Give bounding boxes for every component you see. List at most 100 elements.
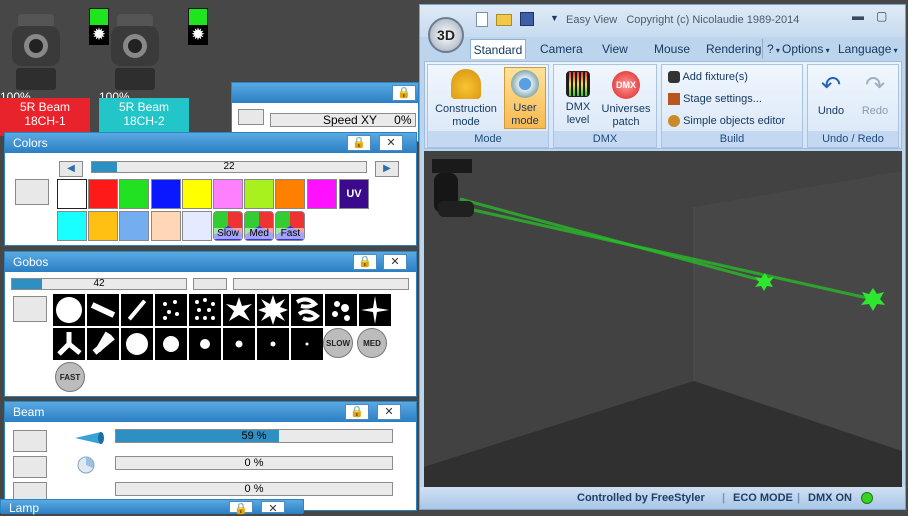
color-swatch[interactable] xyxy=(150,211,181,241)
group-undo-redo: ↶ Undo ↷ Redo Undo / Redo xyxy=(807,64,899,148)
options-menu[interactable]: Options ▾ xyxy=(782,39,830,59)
status-separator: | xyxy=(797,492,801,504)
construction-mode-button[interactable]: Construction mode xyxy=(432,69,500,129)
close-icon[interactable]: ✕ xyxy=(377,404,401,420)
app-logo[interactable]: 3D xyxy=(428,17,464,53)
lock-icon[interactable]: 🔒 xyxy=(353,254,377,270)
color-swatch[interactable] xyxy=(57,211,87,241)
gobo-rotation-speed-button[interactable]: MED xyxy=(357,328,387,358)
beam-slider-1[interactable]: 59 % xyxy=(115,429,393,443)
status-eco-mode: ECO MODE xyxy=(733,492,793,504)
fixture-2[interactable]: 100% 5R Beam 18CH-2 xyxy=(99,8,189,136)
color-swatch[interactable] xyxy=(213,179,243,209)
speed-label: Slow xyxy=(214,228,242,239)
beam-panel: Beam 🔒 ✕ 59 % 0 % 0 % xyxy=(4,401,417,511)
colors-next-button[interactable]: ▶ xyxy=(375,161,399,177)
color-swatch[interactable] xyxy=(275,179,306,209)
gobo-rotation-speed-button[interactable]: FAST xyxy=(55,362,85,392)
color-swatch[interactable] xyxy=(150,179,181,209)
color-wheel-speed-button[interactable]: Med xyxy=(244,211,275,241)
minimize-button[interactable]: ▬ xyxy=(852,9,864,23)
gobos-rotation-slider[interactable] xyxy=(233,278,409,290)
universes-patch-button[interactable]: DMX Universes patch xyxy=(598,71,654,129)
gobo-dot-s xyxy=(223,328,255,360)
color-swatch[interactable] xyxy=(88,179,119,209)
simple-objects-editor-button[interactable]: Simple objects editor xyxy=(668,115,785,128)
color-swatch[interactable] xyxy=(244,179,275,209)
gobo-bar xyxy=(87,294,119,326)
fixture-1[interactable]: 100% 5R Beam 18CH-1 xyxy=(0,8,90,136)
user-mode-button[interactable]: User mode xyxy=(504,67,546,129)
color-wheel-speed-button[interactable]: Slow xyxy=(213,211,243,241)
new-file-icon[interactable] xyxy=(476,12,488,27)
dmx-level-icon xyxy=(566,71,590,97)
lock-icon[interactable]: 🔒 xyxy=(347,135,371,151)
close-icon[interactable]: ✕ xyxy=(379,135,403,151)
gobos-slider-fill xyxy=(12,279,42,289)
color-swatch[interactable] xyxy=(181,179,212,209)
gobo-rotation-speed-button[interactable]: SLOW xyxy=(323,328,353,358)
gobo-dot-m xyxy=(189,328,221,360)
beam-zoom-button[interactable] xyxy=(13,430,47,452)
gobo-star xyxy=(257,294,289,326)
color-swatch[interactable] xyxy=(306,179,337,209)
gobo-open xyxy=(53,294,85,326)
gobos-open-button[interactable] xyxy=(13,296,47,322)
close-icon[interactable]: ✕ xyxy=(261,501,285,515)
color-swatch[interactable] xyxy=(119,179,150,209)
group-build: Add fixture(s) Stage settings... Simple … xyxy=(661,64,803,148)
gobos-option-button[interactable] xyxy=(193,278,227,290)
language-menu[interactable]: Language ▾ xyxy=(838,39,898,59)
beam-focus-button[interactable] xyxy=(13,456,47,478)
colors-slider[interactable]: 22 xyxy=(91,161,367,173)
gobo-dot-l xyxy=(155,328,187,360)
add-fixture-button[interactable]: Add fixture(s) xyxy=(668,71,748,84)
gobo-cross xyxy=(359,294,391,326)
color-swatch[interactable] xyxy=(57,179,87,209)
quick-access-dropdown-icon[interactable]: ▼ xyxy=(550,13,559,23)
help-chevron-down-icon: ▾ xyxy=(773,46,780,55)
color-wheel-speed-button[interactable]: Fast xyxy=(275,211,306,241)
lock-icon[interactable]: 🔒 xyxy=(392,85,416,101)
beam-slider-3[interactable]: 0 % xyxy=(115,482,393,496)
lock-icon[interactable]: 🔒 xyxy=(345,404,369,420)
color-uv[interactable]: UV xyxy=(339,179,369,209)
color-swatch[interactable] xyxy=(119,211,150,241)
open-folder-icon[interactable] xyxy=(496,14,512,26)
stage-settings-button[interactable]: Stage settings... xyxy=(668,93,762,106)
tab-rendering[interactable]: Rendering xyxy=(706,39,761,59)
group-dmx-label: DMX xyxy=(554,131,656,147)
focus-icon xyxy=(77,456,95,474)
lamp-panel-title: Lamp xyxy=(9,501,40,515)
fixture-label: 5R Beam 18CH-1 xyxy=(0,98,90,136)
3d-viewport[interactable] xyxy=(424,151,902,487)
fixture-channel: 18CH-2 xyxy=(123,114,165,128)
undo-button[interactable]: ↶ Undo xyxy=(810,71,852,118)
tab-standard[interactable]: Standard xyxy=(470,39,526,59)
speed-panel-titlebar: 🔒 xyxy=(232,83,418,103)
help-menu[interactable]: ? ▾ xyxy=(762,39,780,59)
speed-xy-label: Speed XY xyxy=(323,113,377,127)
color-swatch[interactable] xyxy=(88,211,119,241)
close-icon[interactable]: ✕ xyxy=(383,254,407,270)
lock-icon[interactable]: 🔒 xyxy=(229,501,253,515)
tab-view[interactable]: View xyxy=(602,39,628,59)
tab-camera[interactable]: Camera xyxy=(540,39,583,59)
dmx-level-button[interactable]: DMX level xyxy=(558,71,598,127)
save-icon[interactable] xyxy=(520,12,534,26)
tab-mouse[interactable]: Mouse xyxy=(654,39,690,59)
redo-label: Redo xyxy=(861,105,889,117)
redo-button[interactable]: ↷ Redo xyxy=(854,71,896,118)
gobo-dot-xxs xyxy=(291,328,323,360)
colors-prev-button[interactable]: ◀ xyxy=(59,161,83,177)
universes-patch-label: Universes patch xyxy=(601,103,651,128)
gobos-slider[interactable]: 42 xyxy=(11,278,187,290)
color-swatch[interactable] xyxy=(181,211,212,241)
speed-xy-slider[interactable]: Speed XY 0% xyxy=(270,113,416,127)
lamp-panel-titlebar: Lamp 🔒 ✕ xyxy=(1,500,303,515)
colors-open-button[interactable] xyxy=(15,179,49,205)
maximize-button[interactable]: ▢ xyxy=(876,9,887,23)
beam-slider-2[interactable]: 0 % xyxy=(115,456,393,470)
speed-reset-button[interactable] xyxy=(238,109,264,125)
gobo-bars-cross xyxy=(87,328,119,360)
